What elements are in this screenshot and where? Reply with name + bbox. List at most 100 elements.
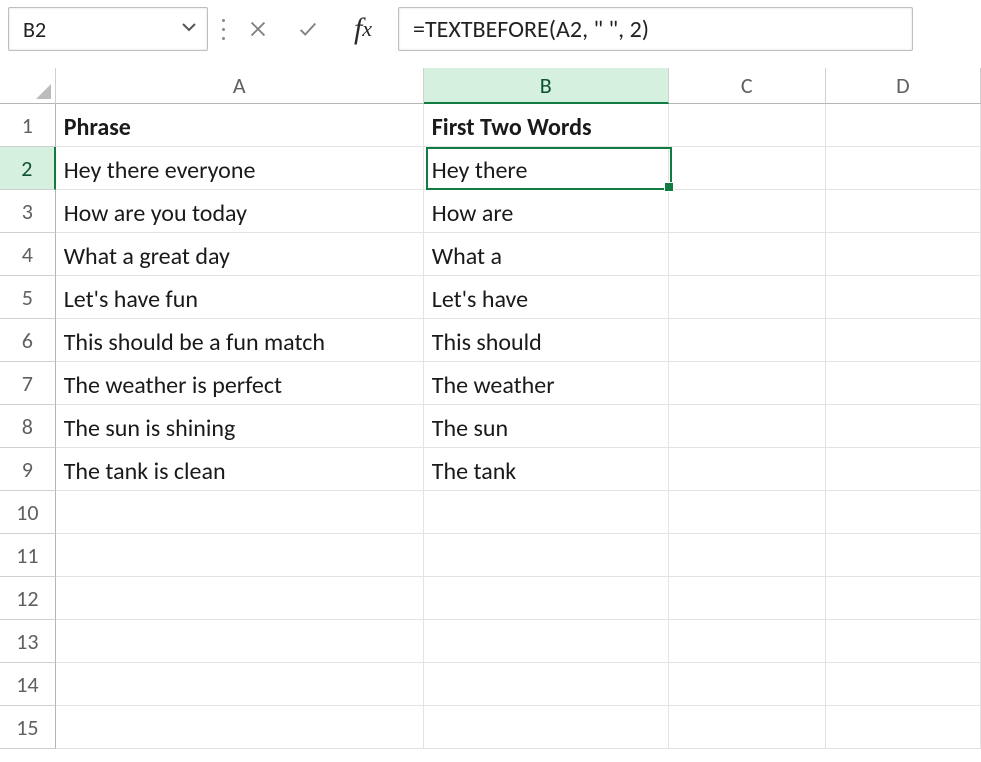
cell-C6[interactable]: [669, 319, 826, 362]
cell-D5[interactable]: [826, 276, 981, 319]
cell-A9[interactable]: The tank is clean: [56, 448, 424, 491]
row-header[interactable]: 7: [0, 362, 56, 405]
cell-A1[interactable]: Phrase: [56, 104, 424, 147]
table-row: 10: [0, 491, 981, 534]
cell-D3[interactable]: [826, 190, 981, 233]
cell-B2[interactable]: Hey there: [424, 147, 669, 190]
table-row: 12: [0, 577, 981, 620]
table-row: 9 The tank is clean The tank: [0, 448, 981, 491]
cell-A13[interactable]: [56, 620, 424, 663]
cell-A3[interactable]: How are you today: [56, 190, 424, 233]
cell-A11[interactable]: [56, 534, 424, 577]
divider-dots-icon: [218, 7, 228, 51]
cell-B15[interactable]: [424, 706, 669, 749]
cell-A12[interactable]: [56, 577, 424, 620]
row-header[interactable]: 14: [0, 663, 56, 706]
column-header-B[interactable]: B: [424, 68, 669, 104]
select-all-corner[interactable]: [0, 68, 56, 104]
table-row: 6 This should be a fun match This should: [0, 319, 981, 362]
cell-A5[interactable]: Let's have fun: [56, 276, 424, 319]
name-box[interactable]: B2: [8, 7, 208, 51]
name-box-ref: B2: [23, 16, 46, 43]
cell-C4[interactable]: [669, 233, 826, 276]
chevron-down-icon[interactable]: [181, 18, 197, 40]
cell-D8[interactable]: [826, 405, 981, 448]
column-header-C[interactable]: C: [669, 68, 826, 104]
cell-B6[interactable]: This should: [424, 319, 669, 362]
cell-B14[interactable]: [424, 663, 669, 706]
cell-D9[interactable]: [826, 448, 981, 491]
column-headers: A B C D: [0, 68, 981, 104]
cell-D2[interactable]: [826, 147, 981, 190]
cell-C12[interactable]: [669, 577, 826, 620]
table-row: 15: [0, 706, 981, 749]
row-header[interactable]: 3: [0, 190, 56, 233]
cell-B7[interactable]: The weather: [424, 362, 669, 405]
row-header[interactable]: 8: [0, 405, 56, 448]
table-row: 7 The weather is perfect The weather: [0, 362, 981, 405]
column-header-D[interactable]: D: [826, 68, 981, 104]
row-header[interactable]: 10: [0, 491, 56, 534]
cell-D7[interactable]: [826, 362, 981, 405]
cell-D15[interactable]: [826, 706, 981, 749]
cell-A8[interactable]: The sun is shining: [56, 405, 424, 448]
cell-C3[interactable]: [669, 190, 826, 233]
cell-A7[interactable]: The weather is perfect: [56, 362, 424, 405]
cell-B9[interactable]: The tank: [424, 448, 669, 491]
cell-D1[interactable]: [826, 104, 981, 147]
cell-C10[interactable]: [669, 491, 826, 534]
cell-D12[interactable]: [826, 577, 981, 620]
row-header[interactable]: 15: [0, 706, 56, 749]
cell-C5[interactable]: [669, 276, 826, 319]
row-header[interactable]: 13: [0, 620, 56, 663]
cell-C13[interactable]: [669, 620, 826, 663]
cell-A4[interactable]: What a great day: [56, 233, 424, 276]
cell-B4[interactable]: What a: [424, 233, 669, 276]
cell-B10[interactable]: [424, 491, 669, 534]
cell-D10[interactable]: [826, 491, 981, 534]
table-row: 14: [0, 663, 981, 706]
cell-D11[interactable]: [826, 534, 981, 577]
cell-C7[interactable]: [669, 362, 826, 405]
cell-D4[interactable]: [826, 233, 981, 276]
cell-C8[interactable]: [669, 405, 826, 448]
row-header[interactable]: 2: [0, 147, 56, 190]
insert-function-button[interactable]: fx: [338, 9, 388, 49]
rows-container: 1 Phrase First Two Words 2 Hey there eve…: [0, 104, 981, 749]
row-header[interactable]: 4: [0, 233, 56, 276]
cell-A6[interactable]: This should be a fun match: [56, 319, 424, 362]
cell-B1[interactable]: First Two Words: [424, 104, 669, 147]
cell-C9[interactable]: [669, 448, 826, 491]
cell-D6[interactable]: [826, 319, 981, 362]
spreadsheet-grid: A B C D 1 Phrase First Two Words 2 Hey t…: [0, 68, 981, 749]
cell-B5[interactable]: Let's have: [424, 276, 669, 319]
row-header[interactable]: 5: [0, 276, 56, 319]
row-header[interactable]: 1: [0, 104, 56, 147]
formula-input[interactable]: =TEXTBEFORE(A2, " ", 2): [398, 7, 913, 51]
table-row: 8 The sun is shining The sun: [0, 405, 981, 448]
cell-A2[interactable]: Hey there everyone: [56, 147, 424, 190]
cell-C14[interactable]: [669, 663, 826, 706]
cell-C11[interactable]: [669, 534, 826, 577]
cell-B11[interactable]: [424, 534, 669, 577]
cell-B8[interactable]: The sun: [424, 405, 669, 448]
cell-C2[interactable]: [669, 147, 826, 190]
cell-A10[interactable]: [56, 491, 424, 534]
cell-C1[interactable]: [669, 104, 826, 147]
cell-A15[interactable]: [56, 706, 424, 749]
cell-D13[interactable]: [826, 620, 981, 663]
enter-button[interactable]: [288, 9, 328, 49]
table-row: 11: [0, 534, 981, 577]
row-header[interactable]: 11: [0, 534, 56, 577]
row-header[interactable]: 6: [0, 319, 56, 362]
cell-B12[interactable]: [424, 577, 669, 620]
cell-B13[interactable]: [424, 620, 669, 663]
row-header[interactable]: 9: [0, 448, 56, 491]
cancel-button[interactable]: [238, 9, 278, 49]
cell-B3[interactable]: How are: [424, 190, 669, 233]
cell-C15[interactable]: [669, 706, 826, 749]
row-header[interactable]: 12: [0, 577, 56, 620]
cell-A14[interactable]: [56, 663, 424, 706]
cell-D14[interactable]: [826, 663, 981, 706]
column-header-A[interactable]: A: [56, 68, 424, 104]
